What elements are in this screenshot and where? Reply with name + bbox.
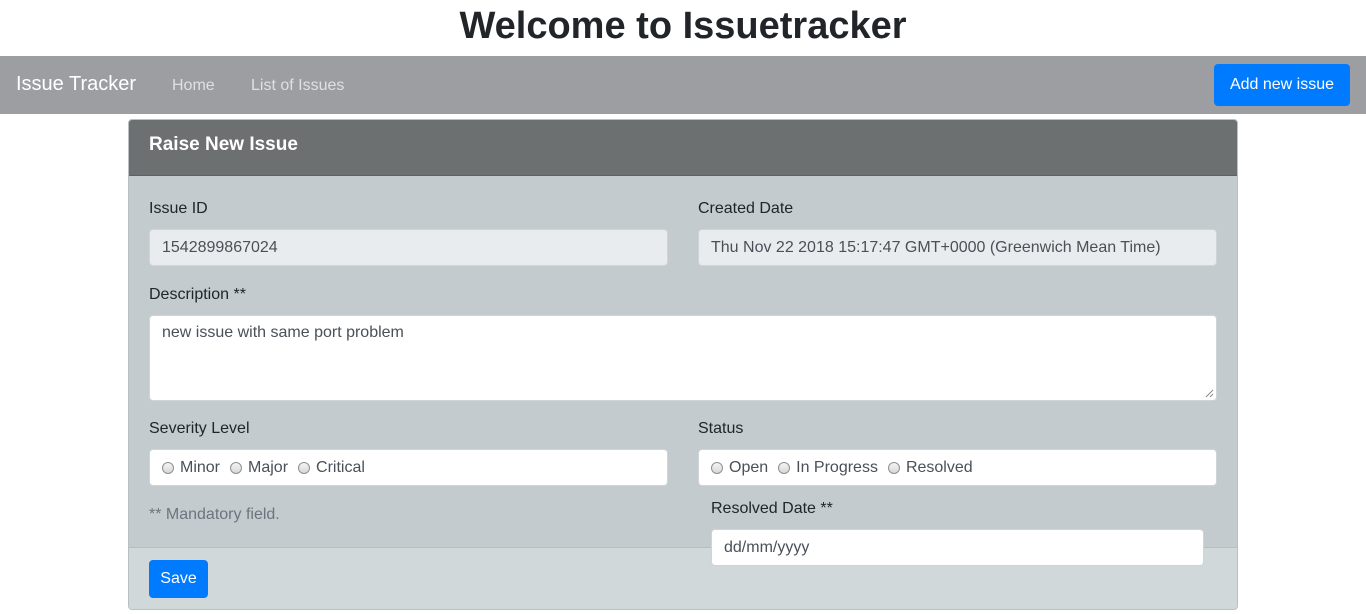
status-option-label: Open: [729, 458, 769, 476]
resize-grip-icon[interactable]: [1205, 389, 1214, 398]
resolved-date-label: Resolved Date **: [711, 500, 833, 517]
radio-icon[interactable]: [162, 461, 174, 474]
status-option-label: In Progress: [796, 458, 878, 476]
status-option-label: Resolved: [905, 458, 973, 476]
status-option-open[interactable]: Open: [711, 459, 768, 477]
issue-id-label: Issue ID: [149, 200, 208, 217]
page-title: Welcome to Issuetracker: [459, 5, 907, 47]
severity-label: Severity Level: [149, 420, 250, 437]
card-header: Raise New Issue: [129, 120, 1237, 176]
severity-radio-group: Minor Major Critical: [149, 449, 668, 486]
mandatory-note: ** Mandatory field.: [149, 506, 280, 523]
navbar-brand[interactable]: Issue Tracker: [16, 73, 136, 96]
navbar: Issue Tracker Home List of Issues Add ne…: [0, 56, 1366, 114]
radio-icon[interactable]: [887, 461, 900, 474]
description-textarea[interactable]: new issue with same port problem: [149, 315, 1217, 401]
status-option-in-progress[interactable]: In Progress: [778, 459, 878, 477]
severity-option-minor[interactable]: Minor: [162, 459, 220, 477]
save-button[interactable]: Save: [149, 560, 208, 598]
radio-icon[interactable]: [298, 461, 311, 474]
nav-link-list-of-issues[interactable]: List of Issues: [251, 77, 344, 95]
nav-link-home[interactable]: Home: [172, 77, 215, 95]
radio-icon[interactable]: [778, 461, 791, 474]
issue-id-field[interactable]: 1542899867024: [149, 229, 668, 266]
severity-option-label: Major: [248, 458, 289, 476]
radio-icon[interactable]: [230, 461, 243, 474]
radio-icon[interactable]: [711, 461, 723, 474]
status-option-resolved[interactable]: Resolved: [887, 458, 973, 477]
card-title: Raise New Issue: [149, 134, 298, 155]
created-date-label: Created Date: [698, 200, 794, 217]
status-label: Status: [698, 420, 744, 437]
description-label: Description **: [149, 286, 246, 303]
resolved-date-input[interactable]: dd/mm/yyyy: [711, 529, 1204, 566]
severity-option-label: Minor: [180, 458, 221, 476]
description-text: new issue with same port problem: [162, 324, 404, 341]
severity-option-label: Critical: [316, 458, 365, 476]
raise-issue-card: Raise New Issue Issue ID 1542899867024 C…: [128, 119, 1238, 610]
severity-option-major[interactable]: Major: [230, 459, 288, 477]
severity-option-critical[interactable]: Critical: [298, 459, 365, 477]
status-radio-group: Open In Progress Resolved: [698, 449, 1217, 486]
add-new-issue-button[interactable]: Add new issue: [1214, 64, 1350, 106]
created-date-field[interactable]: Thu Nov 22 2018 15:17:47 GMT+0000 (Green…: [698, 229, 1217, 266]
